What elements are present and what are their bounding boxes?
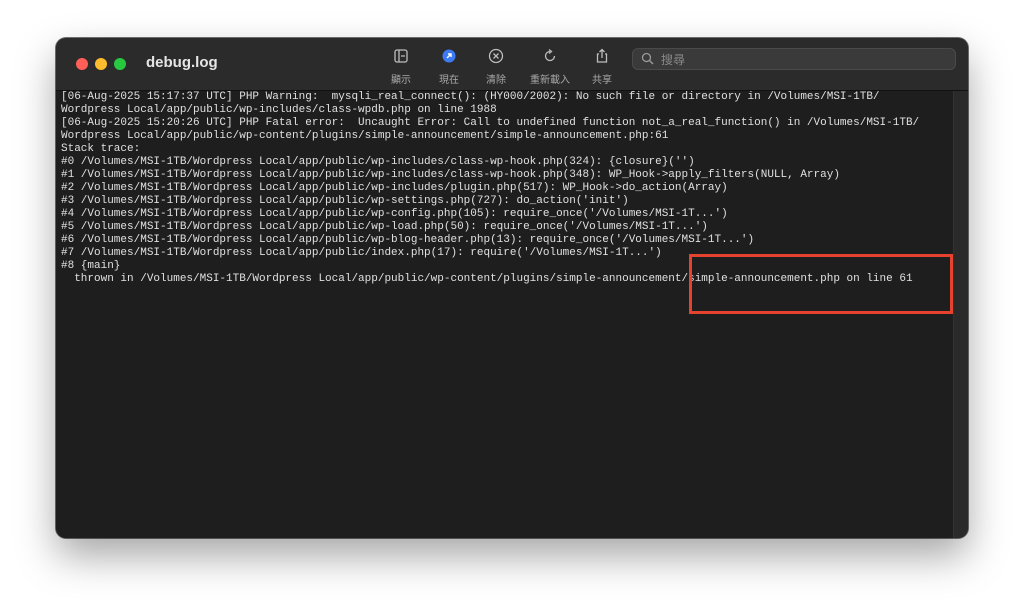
- minimize-window-button[interactable]: [95, 58, 107, 70]
- now-label: 現在: [439, 75, 459, 86]
- log-line: #4 /Volumes/MSI-1TB/Wordpress Local/app/…: [61, 208, 728, 220]
- highlight-annotation-box: [689, 254, 953, 314]
- log-line: Stack trace:: [61, 143, 141, 155]
- search-field[interactable]: [632, 48, 956, 70]
- show-label: 顯示: [391, 75, 411, 86]
- reload-icon: [527, 48, 573, 68]
- share-label: 共享: [592, 75, 612, 86]
- console-window: debug.log 顯示 現在 清除 重新載入 共享 搜尋 [06-Aug-20…: [56, 38, 968, 538]
- search-input[interactable]: [659, 50, 943, 69]
- log-line: [06-Aug-2025 15:17:37 UTC] PHP Warning: …: [61, 91, 880, 103]
- log-line: #2 /Volumes/MSI-1TB/Wordpress Local/app/…: [61, 182, 728, 194]
- clear-icon: [474, 48, 518, 68]
- reload-label: 重新載入: [530, 75, 570, 86]
- share-button[interactable]: 共享: [580, 48, 624, 86]
- jump-to-now-icon: [427, 48, 471, 68]
- share-icon: [580, 48, 624, 68]
- reload-button[interactable]: 重新載入: [527, 48, 573, 86]
- log-line: #0 /Volumes/MSI-1TB/Wordpress Local/app/…: [61, 156, 695, 168]
- clear-label: 清除: [486, 75, 506, 86]
- window-title: debug.log: [146, 54, 218, 71]
- log-line: #6 /Volumes/MSI-1TB/Wordpress Local/app/…: [61, 234, 755, 246]
- clear-button[interactable]: 清除: [474, 48, 518, 86]
- log-line: Wordpress Local/app/public/wp-content/pl…: [61, 130, 669, 142]
- show-button[interactable]: 顯示: [379, 48, 423, 86]
- sidebar-icon: [379, 48, 423, 68]
- log-line: Wordpress Local/app/public/wp-includes/c…: [61, 104, 497, 116]
- log-line: #5 /Volumes/MSI-1TB/Wordpress Local/app/…: [61, 221, 708, 233]
- close-window-button[interactable]: [76, 58, 88, 70]
- log-line: [06-Aug-2025 15:20:26 UTC] PHP Fatal err…: [61, 117, 920, 129]
- log-line: #3 /Volumes/MSI-1TB/Wordpress Local/app/…: [61, 195, 629, 207]
- now-button[interactable]: 現在: [427, 48, 471, 86]
- search-icon: [641, 52, 654, 65]
- vertical-scrollbar[interactable]: [953, 91, 968, 538]
- log-content-area[interactable]: [06-Aug-2025 15:17:37 UTC] PHP Warning: …: [56, 91, 954, 538]
- title-bar: debug.log 顯示 現在 清除 重新載入 共享 搜尋: [56, 38, 968, 91]
- log-line: #1 /Volumes/MSI-1TB/Wordpress Local/app/…: [61, 169, 840, 181]
- zoom-window-button[interactable]: [114, 58, 126, 70]
